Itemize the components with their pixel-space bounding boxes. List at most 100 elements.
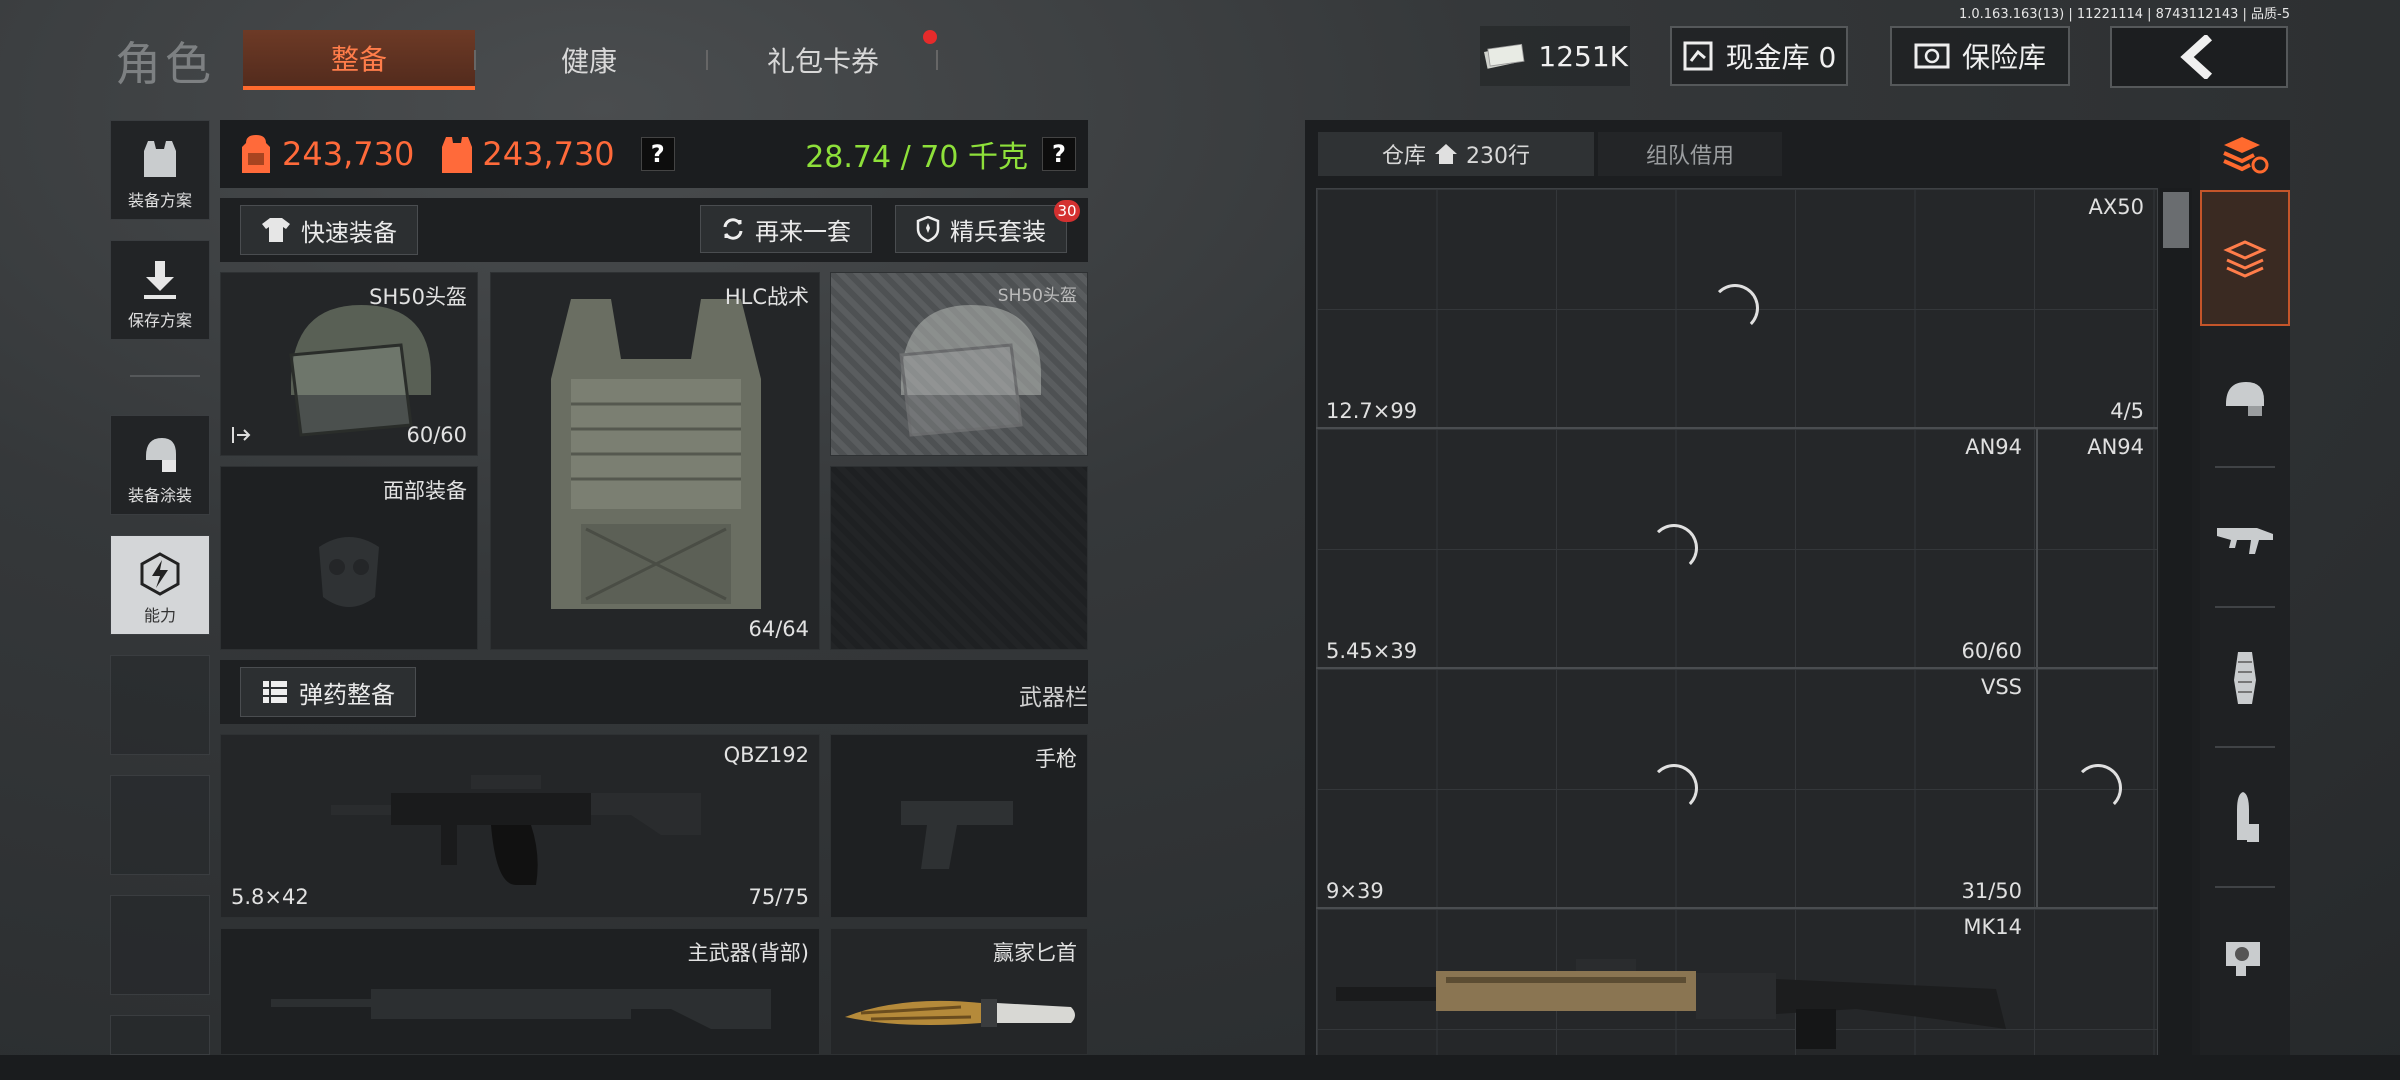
button-label: 快速装备: [301, 218, 397, 247]
warehouse-item-vss[interactable]: VSS 9×39 31/50: [1316, 669, 2036, 907]
money-display: 1251K: [1480, 26, 1630, 86]
tab-label: 组队借用: [1645, 144, 1734, 169]
item-count: 4/5: [2110, 399, 2144, 423]
item-count: 60/60: [1961, 639, 2022, 663]
item-name: SH50头盔: [997, 286, 1077, 306]
bullet-category-icon: [2237, 792, 2259, 842]
button-label: 再来一套: [755, 217, 851, 246]
ammo-equip-button[interactable]: 弹药整备: [240, 667, 416, 717]
armor-slot[interactable]: HLC战术 64/64: [490, 272, 820, 650]
tab-divider: [936, 50, 938, 70]
loading-spinner-icon: [1650, 764, 1698, 812]
help-icon[interactable]: ?: [640, 137, 675, 171]
face-gear-slot[interactable]: 面部装备: [220, 466, 478, 650]
tab-gift-coupons[interactable]: 礼包卡券: [710, 30, 936, 90]
category-weapons[interactable]: [2200, 470, 2290, 606]
loadout-plan-button[interactable]: 装备方案: [110, 120, 210, 220]
item-name: AX50: [2088, 195, 2144, 219]
total-value: 243,730: [282, 135, 415, 173]
weight-readout: 28.74 / 70 千克: [805, 140, 1028, 175]
empty-gear-slot[interactable]: [830, 466, 1088, 650]
warehouse-item-mk14[interactable]: MK14: [1316, 909, 2036, 1055]
tab-health[interactable]: 健康: [478, 30, 700, 90]
bottom-strip: [0, 1055, 2400, 1080]
weight-help-icon[interactable]: ?: [1042, 137, 1076, 171]
ability-button[interactable]: 能力: [110, 535, 210, 635]
tab-label: 仓库: [1381, 144, 1426, 169]
category-attachments[interactable]: [2200, 890, 2290, 1026]
ammo-list-icon: [263, 681, 287, 703]
category-all[interactable]: [2200, 190, 2290, 326]
sidebar-divider: [130, 375, 200, 377]
all-items-icon: [2223, 240, 2267, 278]
button-label: 精兵套装: [950, 217, 1046, 246]
cash-icon: [1484, 43, 1525, 69]
save-plan-button[interactable]: 保存方案: [110, 240, 210, 340]
tab-divider: [474, 50, 476, 70]
empty-slot: [110, 1015, 210, 1055]
warehouse-scrollbar[interactable]: [2160, 188, 2192, 1058]
paint-icon: [146, 438, 176, 472]
durability: 60/60: [406, 423, 467, 447]
elite-set-button[interactable]: 精兵套装: [895, 205, 1067, 253]
helmet-preview-slot[interactable]: SH50头盔: [830, 272, 1088, 456]
durability: 64/64: [748, 617, 809, 641]
back-button[interactable]: [2110, 26, 2288, 88]
weapon-ammo: 75/75: [748, 885, 809, 909]
notification-dot: [923, 30, 937, 44]
weapon-name: 赢家匕首: [993, 941, 1077, 965]
refresh-icon: [723, 218, 743, 240]
unequip-icon[interactable]: [231, 425, 251, 445]
weapon-caliber: 5.8×42: [231, 885, 309, 909]
scrollbar-thumb[interactable]: [2163, 192, 2189, 248]
shield-icon: [916, 216, 940, 242]
ability-icon: [140, 552, 180, 596]
home-icon: [1435, 144, 1457, 164]
empty-slot: [110, 895, 210, 995]
pistol-slot[interactable]: 手枪: [830, 734, 1088, 918]
vault-icon: [1683, 41, 1713, 71]
backpack-icon: [242, 135, 270, 173]
rows-count: 230行: [1466, 144, 1530, 169]
tab-warehouse[interactable]: 仓库 230行: [1318, 132, 1594, 176]
again-button[interactable]: 再来一套: [700, 205, 872, 253]
item-caliber: 5.45×39: [1326, 639, 1418, 663]
tab-label: 整备: [330, 43, 387, 76]
item-name: MK14: [1963, 915, 2022, 939]
category-gear[interactable]: [2200, 330, 2290, 466]
gear-paint-button[interactable]: 装备涂装: [110, 415, 210, 515]
armor-vest-icon: [442, 137, 473, 173]
armor-vest-image: [551, 299, 761, 609]
sidebar-item-label: 装备方案: [127, 191, 192, 210]
category-magazines[interactable]: [2200, 610, 2290, 746]
tab-equip[interactable]: 整备: [243, 30, 475, 90]
tab-divider: [706, 50, 708, 70]
slot-name: 主武器(背部): [687, 941, 809, 965]
warehouse-item-an94[interactable]: AN94 5.45×39 60/60: [1316, 429, 2036, 667]
helmet-slot[interactable]: SH50头盔 60/60: [220, 272, 478, 456]
mask-icon: [319, 537, 379, 607]
category-ammo[interactable]: [2200, 750, 2290, 886]
sort-button[interactable]: [2200, 120, 2290, 190]
warehouse-item-ax50[interactable]: AX50 12.7×99 4/5: [1316, 189, 2158, 427]
sidebar-item-label: 能力: [143, 606, 176, 625]
helmet-ghost-image: [899, 305, 1041, 437]
safe-button[interactable]: 保险库: [1890, 26, 2070, 86]
item-name: SH50头盔: [369, 285, 467, 309]
helmet-category-icon: [2226, 382, 2264, 416]
knife-slot[interactable]: 赢家匕首: [830, 928, 1088, 1055]
back-weapon-slot[interactable]: 主武器(背部): [220, 928, 820, 1055]
cash-vault-button[interactable]: 现金库 0: [1670, 26, 1848, 86]
warehouse-item-an94-2[interactable]: AN94: [2038, 429, 2158, 667]
rifle-image: [331, 775, 701, 885]
weapon-bar-label: 武器栏: [1019, 685, 1088, 711]
tab-team-borrow[interactable]: 组队借用: [1598, 132, 1782, 176]
quick-equip-button[interactable]: 快速装备: [240, 205, 418, 255]
category-divider: [2215, 746, 2275, 748]
page-title: 角色: [115, 37, 215, 91]
sidebar-item-label: 保存方案: [127, 311, 192, 330]
shirt-icon: [262, 218, 290, 242]
primary-weapon-slot[interactable]: QBZ192 5.8×42 75/75: [220, 734, 820, 918]
warehouse-item-loading[interactable]: [2038, 669, 2158, 907]
rifle-silhouette-icon: [271, 989, 771, 1029]
